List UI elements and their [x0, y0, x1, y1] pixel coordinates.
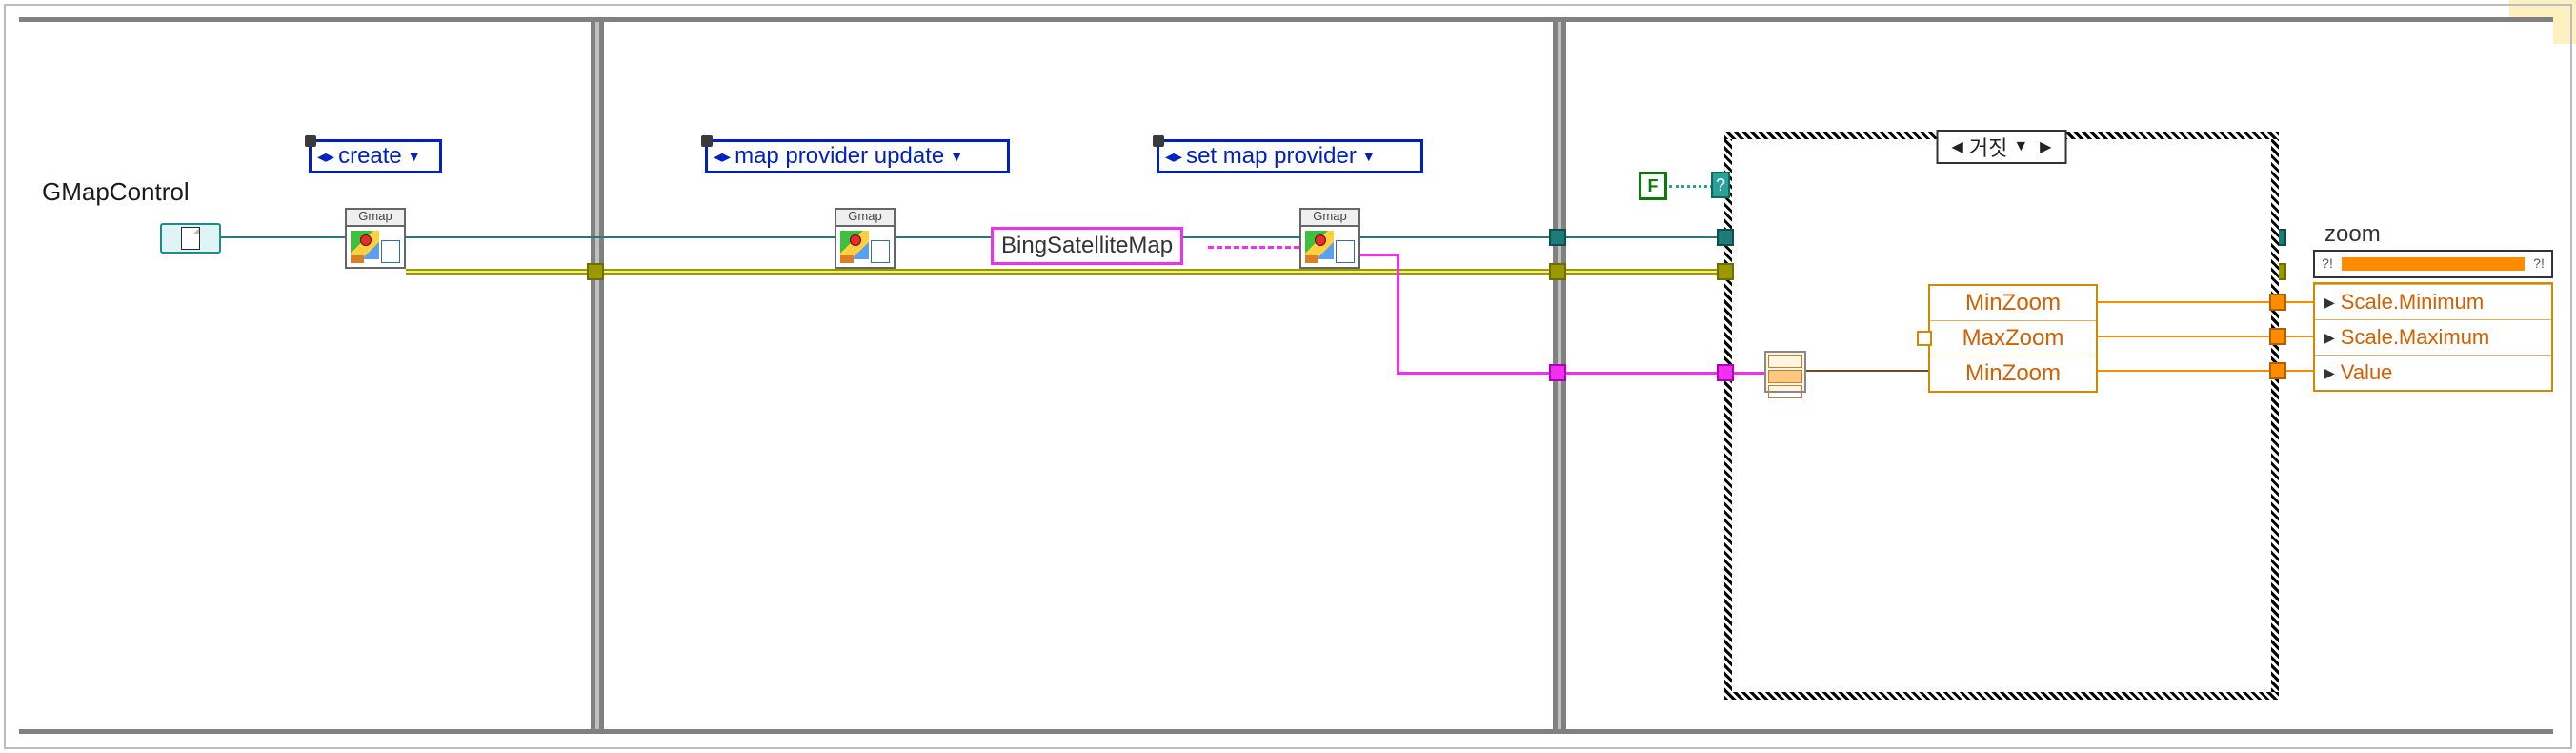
panel-outline: [4, 4, 2572, 749]
